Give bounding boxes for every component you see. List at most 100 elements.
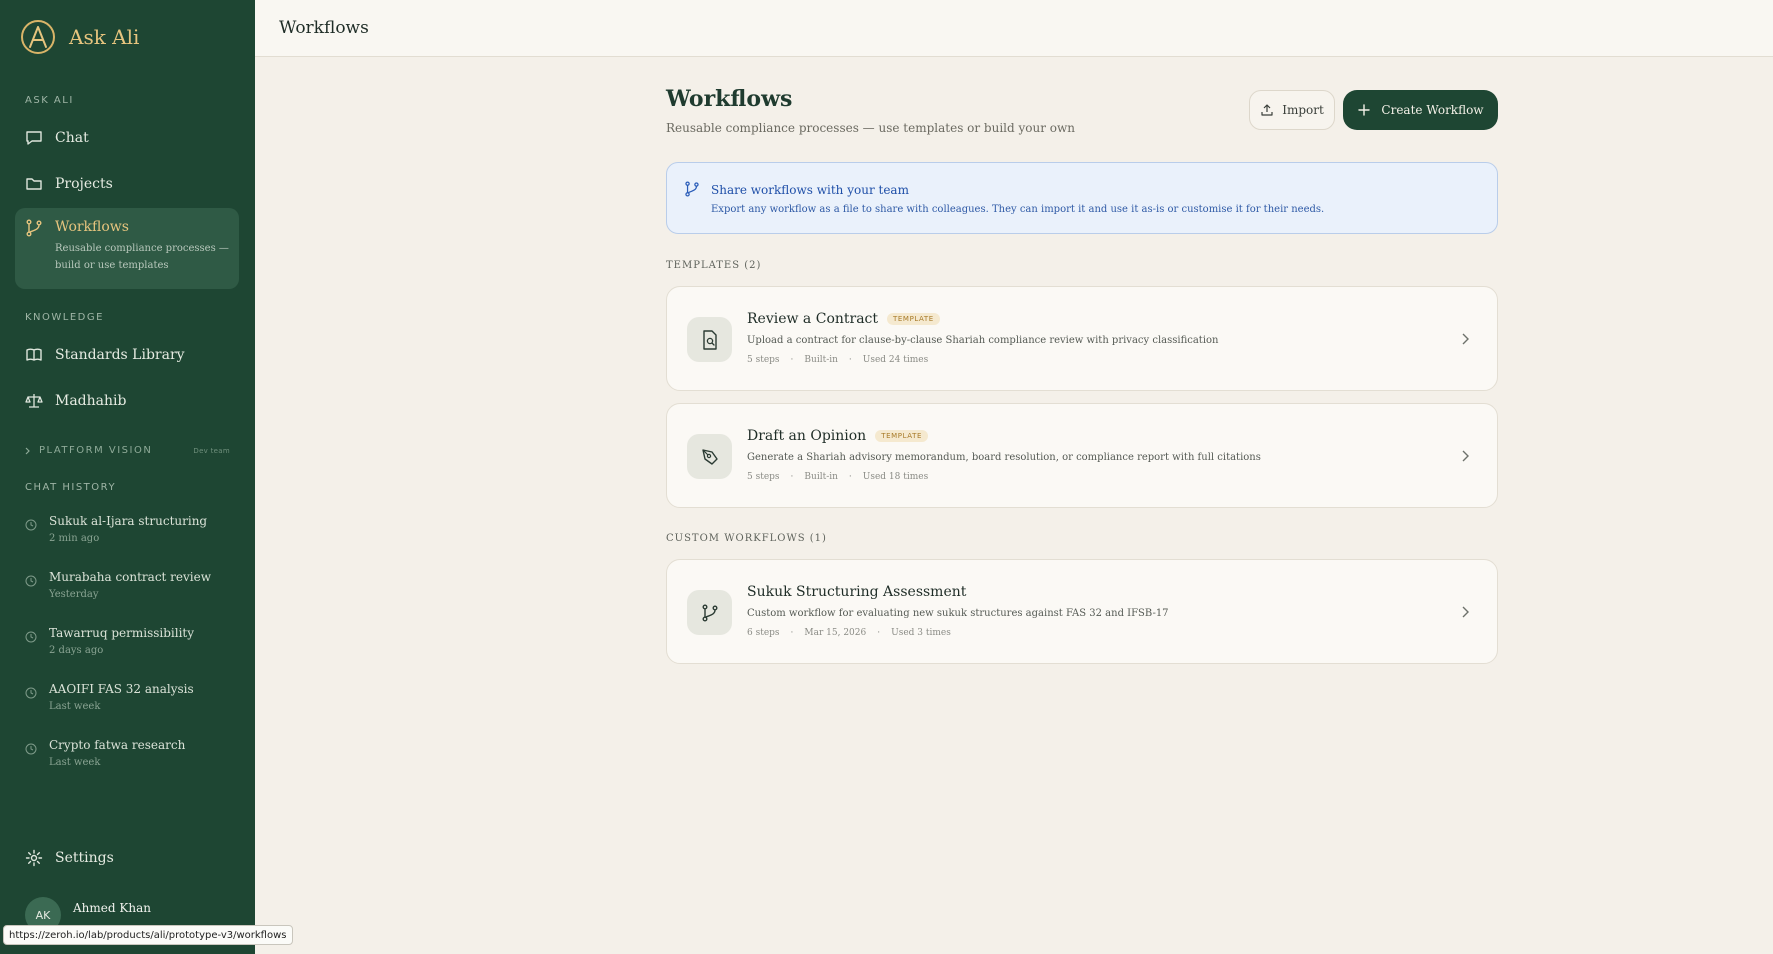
history-title: Sukuk al-Ijara structuring xyxy=(49,514,208,528)
clock-icon xyxy=(25,684,37,699)
templates-section-label: TEMPLATES (2) xyxy=(666,260,762,271)
sidebar-item-label: Projects xyxy=(55,176,113,192)
meta-separator: · xyxy=(790,472,794,482)
history-title: Crypto fatwa research xyxy=(49,738,186,752)
history-item[interactable]: Murabaha contract review Yesterday xyxy=(25,570,235,600)
card-description: Generate a Shariah advisory memorandum, … xyxy=(747,452,1261,463)
custom-workflows-section-label: CUSTOM WORKFLOWS (1) xyxy=(666,533,827,544)
pen-nib-icon xyxy=(687,434,732,479)
history-time: Yesterday xyxy=(49,589,99,600)
sidebar-item-standards-library[interactable]: Standards Library xyxy=(15,335,239,375)
card-source: Built-in xyxy=(804,472,838,482)
settings-button[interactable]: Settings xyxy=(25,849,114,867)
chevron-right-icon xyxy=(25,447,31,455)
status-url: https://zeroh.io/lab/products/ali/protot… xyxy=(3,925,293,945)
history-item[interactable]: Sukuk al-Ijara structuring 2 min ago xyxy=(25,514,235,544)
chat-bubble-icon xyxy=(25,129,43,147)
gear-icon xyxy=(25,849,43,867)
history-time: 2 days ago xyxy=(49,645,104,656)
plus-icon xyxy=(1357,103,1371,117)
card-usage: Used 3 times xyxy=(891,628,951,638)
upload-icon xyxy=(1260,103,1274,117)
section-label-knowledge: KNOWLEDGE xyxy=(25,312,104,323)
sidebar-item-projects[interactable]: Projects xyxy=(15,164,239,204)
workflow-card-draft-an-opinion[interactable]: Draft an Opinion TEMPLATE Generate a Sha… xyxy=(666,403,1498,508)
history-title: AAOIFI FAS 32 analysis xyxy=(49,682,194,696)
page-title: Workflows xyxy=(279,18,369,38)
meta-separator: · xyxy=(848,472,852,482)
card-usage: Used 18 times xyxy=(862,472,929,482)
history-time: 2 min ago xyxy=(49,533,100,544)
workflow-icon xyxy=(25,219,43,237)
workflow-icon xyxy=(687,590,732,635)
clock-icon xyxy=(25,740,37,755)
history-title: Murabaha contract review xyxy=(49,570,212,584)
import-button[interactable]: Import xyxy=(1249,90,1335,130)
section-label-ask-ali: ASK ALI xyxy=(25,95,74,106)
card-description: Custom workflow for evaluating new sukuk… xyxy=(747,608,1169,619)
card-date: Mar 15, 2026 xyxy=(804,628,867,638)
card-usage: Used 24 times xyxy=(862,355,929,365)
card-meta: 5 steps · Built-in · Used 18 times xyxy=(747,472,928,482)
card-title: Review a Contract xyxy=(747,311,879,327)
sidebar-item-label: Madhahib xyxy=(55,393,127,409)
sidebar-item-label: Chat xyxy=(55,130,89,146)
sidebar-item-chat[interactable]: Chat xyxy=(15,118,239,158)
scales-icon xyxy=(25,392,43,410)
workflow-card-review-a-contract[interactable]: Review a Contract TEMPLATE Upload a cont… xyxy=(666,286,1498,391)
platform-vision-toggle[interactable]: PLATFORM VISION Dev team xyxy=(25,445,230,456)
workflows-subtitle: Reusable compliance processes — use temp… xyxy=(666,121,1076,135)
workflow-icon xyxy=(684,181,700,197)
card-meta: 5 steps · Built-in · Used 24 times xyxy=(747,355,928,365)
history-title: Tawarruq permissibility xyxy=(49,626,195,640)
sidebar-item-workflows[interactable]: Workflows Reusable compliance processes … xyxy=(15,208,239,289)
sidebar: Ask Ali ASK ALI Chat Projects Workflows … xyxy=(0,0,255,954)
document-search-icon xyxy=(687,317,732,362)
history-item[interactable]: Crypto fatwa research Last week xyxy=(25,738,235,768)
banner-title: Share workflows with your team xyxy=(711,183,909,197)
meta-separator: · xyxy=(790,628,794,638)
history-time: Last week xyxy=(49,757,101,768)
chevron-right-icon xyxy=(1459,332,1471,346)
template-badge: TEMPLATE xyxy=(875,430,928,442)
user-name: Ahmed Khan xyxy=(73,901,151,915)
workflow-card-sukuk-structuring-assessment[interactable]: Sukuk Structuring Assessment Custom work… xyxy=(666,559,1498,664)
meta-separator: · xyxy=(877,628,881,638)
meta-separator: · xyxy=(848,355,852,365)
history-item[interactable]: Tawarruq permissibility 2 days ago xyxy=(25,626,235,656)
ask-ali-logo-icon xyxy=(21,20,55,54)
card-source: Built-in xyxy=(804,355,838,365)
chevron-right-icon xyxy=(1459,449,1471,463)
create-workflow-button[interactable]: Create Workflow xyxy=(1343,90,1498,130)
workflows-heading: Workflows xyxy=(666,86,793,112)
share-banner: Share workflows with your team Export an… xyxy=(666,162,1498,234)
meta-separator: · xyxy=(790,355,794,365)
section-label-chat-history: CHAT HISTORY xyxy=(25,482,117,493)
create-workflow-label: Create Workflow xyxy=(1381,103,1484,117)
history-item[interactable]: AAOIFI FAS 32 analysis Last week xyxy=(25,682,235,712)
dev-team-badge: Dev team xyxy=(193,446,230,455)
sidebar-item-label: Standards Library xyxy=(55,347,185,363)
card-title: Draft an Opinion xyxy=(747,428,867,444)
card-description: Upload a contract for clause-by-clause S… xyxy=(747,335,1219,346)
chevron-right-icon xyxy=(1459,605,1471,619)
clock-icon xyxy=(25,516,37,531)
platform-vision-label: PLATFORM VISION xyxy=(39,445,153,456)
template-badge: TEMPLATE xyxy=(887,313,940,325)
brand[interactable]: Ask Ali xyxy=(21,20,139,54)
card-steps: 5 steps xyxy=(747,472,780,482)
clock-icon xyxy=(25,628,37,643)
history-time: Last week xyxy=(49,701,101,712)
sidebar-item-label: Workflows xyxy=(55,219,129,235)
sidebar-item-madhahib[interactable]: Madhahib xyxy=(15,381,239,421)
card-title: Sukuk Structuring Assessment xyxy=(747,584,967,600)
sidebar-item-description: Reusable compliance processes — build or… xyxy=(55,243,229,271)
settings-label: Settings xyxy=(55,850,114,866)
import-label: Import xyxy=(1282,103,1324,117)
card-meta: 6 steps · Mar 15, 2026 · Used 3 times xyxy=(747,628,951,638)
clock-icon xyxy=(25,572,37,587)
folder-icon xyxy=(25,175,43,193)
banner-text: Export any workflow as a file to share w… xyxy=(711,204,1325,215)
book-icon xyxy=(25,346,43,364)
card-steps: 5 steps xyxy=(747,355,780,365)
